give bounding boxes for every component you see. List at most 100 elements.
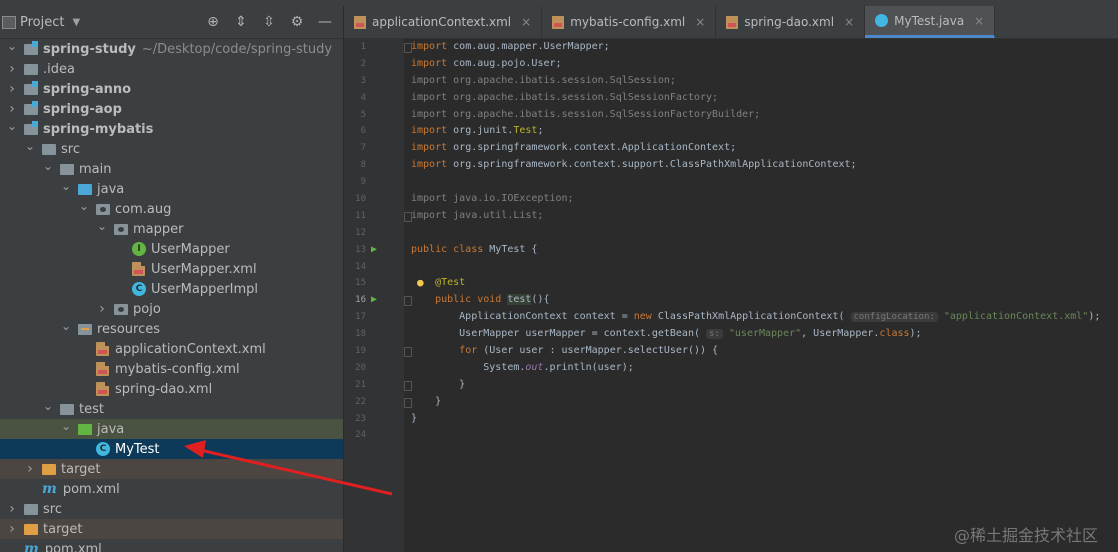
chevron-right-icon[interactable]: › [6, 501, 18, 517]
run-class-icon[interactable]: ▶ [371, 242, 377, 259]
chevron-right-icon[interactable]: › [96, 301, 108, 317]
code-token: ClassPathXmlApplicationContext( [657, 311, 851, 323]
code-editor[interactable]: 1 import com.aug.mapper.UserMapper; 2 impor… [344, 39, 1118, 552]
chevron-right-icon[interactable]: › [6, 61, 18, 77]
code-line[interactable]: 24 [355, 427, 1118, 444]
tree-item[interactable]: C UserMapperImpl [0, 279, 343, 299]
run-test-icon[interactable]: ▶ [371, 292, 377, 309]
code-line[interactable]: 2 import com.aug.pojo.User; [361, 56, 1118, 73]
tree-item[interactable]: applicationContext.xml [0, 339, 343, 359]
code-line[interactable]: 22 } [355, 394, 1118, 411]
class-file-icon: C [96, 442, 110, 456]
chevron-right-icon[interactable]: › [6, 521, 18, 537]
chevron-right-icon[interactable]: › [6, 81, 18, 97]
chevron-down-icon[interactable]: ⌄ [24, 139, 36, 153]
code-line[interactable]: 8 import org.springframework.context.supp… [361, 157, 1118, 174]
close-icon[interactable]: × [521, 15, 531, 29]
xml-file-icon [96, 382, 109, 396]
code-token: for [459, 345, 484, 357]
tree-item[interactable]: ⌄ test [0, 399, 343, 419]
gear-icon[interactable]: ⚙ [289, 14, 305, 30]
code-line[interactable]: 4 import org.apache.ibatis.session.SqlSes… [361, 90, 1118, 107]
tab-mybatis-config-xml[interactable]: mybatis-config.xml × [542, 6, 717, 38]
tree-item[interactable]: ⌄ spring-mybatis [0, 119, 343, 139]
tree-item[interactable]: › target [0, 519, 343, 539]
tree-item[interactable]: ⌄ spring-study ~/Desktop/code/spring-study [0, 39, 343, 59]
tree-item[interactable]: › target [0, 459, 343, 479]
chevron-down-icon[interactable]: ⌄ [60, 419, 72, 433]
fold-marker-icon[interactable] [404, 380, 412, 391]
tree-item[interactable]: ⌄ java [0, 179, 343, 199]
tree-item[interactable]: ⌄ java [0, 419, 343, 439]
tree-item[interactable]: m pom.xml [0, 479, 343, 499]
fold-marker-icon[interactable] [404, 43, 412, 53]
code-line[interactable]: 12 [355, 225, 1118, 242]
code-line[interactable]: 23} [355, 411, 1118, 428]
chevron-down-icon[interactable]: ⌄ [6, 39, 18, 53]
chevron-down-icon[interactable]: ⌄ [42, 159, 54, 173]
tree-item[interactable]: ⌄ com.aug [0, 199, 343, 219]
tree-item[interactable]: mybatis-config.xml [0, 359, 343, 379]
close-icon[interactable]: × [695, 15, 705, 29]
tree-item-label: test [79, 401, 104, 417]
tree-item[interactable]: › pojo [0, 299, 343, 319]
chevron-down-icon[interactable]: ⌄ [60, 319, 72, 333]
tree-item[interactable]: › spring-anno [0, 79, 343, 99]
tree-item[interactable]: › .idea [0, 59, 343, 79]
tree-item[interactable]: C MyTest [0, 439, 343, 459]
class-file-icon: C [132, 282, 146, 296]
chevron-right-icon[interactable]: › [6, 101, 18, 117]
tree-item[interactable]: › src [0, 499, 343, 519]
code-line[interactable]: 11 import java.util.List; [355, 208, 1118, 225]
code-line[interactable]: 10 import java.io.IOException; [355, 191, 1118, 208]
chevron-down-icon[interactable]: ⌄ [96, 219, 108, 233]
tree-item[interactable]: ⌄ src [0, 139, 343, 159]
tree-item[interactable]: m pom.xml [0, 539, 343, 552]
chevron-down-icon[interactable]: ⌄ [6, 119, 18, 133]
chevron-down-icon[interactable]: ▼ [72, 17, 80, 28]
project-panel-title[interactable]: Project [20, 15, 64, 30]
fold-marker-icon[interactable] [404, 211, 412, 222]
expand-all-icon[interactable]: ⇕ [233, 14, 249, 30]
hide-panel-icon[interactable]: — [317, 14, 333, 30]
code-line[interactable]: 5 import org.apache.ibatis.session.SqlSes… [361, 107, 1118, 124]
code-line[interactable]: 1 import com.aug.mapper.UserMapper; [361, 39, 1118, 56]
locate-file-icon[interactable]: ⊕ [205, 14, 221, 30]
code-line[interactable]: 7 import org.springframework.context.Appl… [361, 140, 1118, 157]
code-line[interactable]: 16 ▶ public void test(){ [355, 292, 1118, 309]
chevron-right-icon[interactable]: › [24, 461, 36, 477]
code-line[interactable]: 13 ▶ public class MyTest { [355, 242, 1118, 259]
tree-item[interactable]: spring-dao.xml [0, 379, 343, 399]
fold-marker-icon[interactable] [404, 347, 412, 358]
code-line[interactable]: 15 ● @Test [355, 275, 1118, 292]
fold-marker-icon[interactable] [404, 296, 412, 307]
code-line[interactable]: 14 [355, 259, 1118, 276]
tab-spring-dao-xml[interactable]: spring-dao.xml × [716, 6, 866, 38]
tree-item[interactable]: › spring-aop [0, 99, 343, 119]
code-line[interactable]: 20 System.out.println(user); [355, 360, 1118, 377]
code-line[interactable]: 6 import org.junit.Test; [361, 123, 1118, 140]
line-number: 20 [355, 362, 366, 373]
code-line[interactable]: 21 } [355, 377, 1118, 394]
tab-mytest-java[interactable]: MyTest.java × [865, 6, 996, 38]
tree-item[interactable]: ⌄ mapper [0, 219, 343, 239]
collapse-all-icon[interactable]: ⇳ [261, 14, 277, 30]
close-icon[interactable]: × [974, 14, 984, 28]
close-icon[interactable]: × [844, 15, 854, 29]
code-line[interactable]: 9 [361, 174, 1118, 191]
tree-item[interactable]: UserMapper.xml [0, 259, 343, 279]
chevron-down-icon[interactable]: ⌄ [60, 179, 72, 193]
chevron-down-icon[interactable]: ⌄ [42, 399, 54, 413]
code-line[interactable]: 17 ApplicationContext context = new Clas… [355, 309, 1118, 326]
code-line[interactable]: 18 UserMapper userMapper = context.getBe… [355, 326, 1118, 343]
tree-item[interactable]: I UserMapper [0, 239, 343, 259]
lightbulb-icon[interactable]: ● [417, 275, 424, 292]
code-line[interactable]: 3 import org.apache.ibatis.session.SqlSes… [361, 73, 1118, 90]
tree-item[interactable]: ⌄ main [0, 159, 343, 179]
code-area[interactable]: 1 import com.aug.mapper.UserMapper; 2 impor… [355, 39, 1118, 444]
tab-applicationcontext-xml[interactable]: applicationContext.xml × [344, 6, 543, 38]
fold-marker-icon[interactable] [404, 397, 412, 408]
tree-item[interactable]: ⌄ resources [0, 319, 343, 339]
code-line[interactable]: 19 for (User user : userMapper.selectUse… [355, 343, 1118, 360]
chevron-down-icon[interactable]: ⌄ [78, 199, 90, 213]
